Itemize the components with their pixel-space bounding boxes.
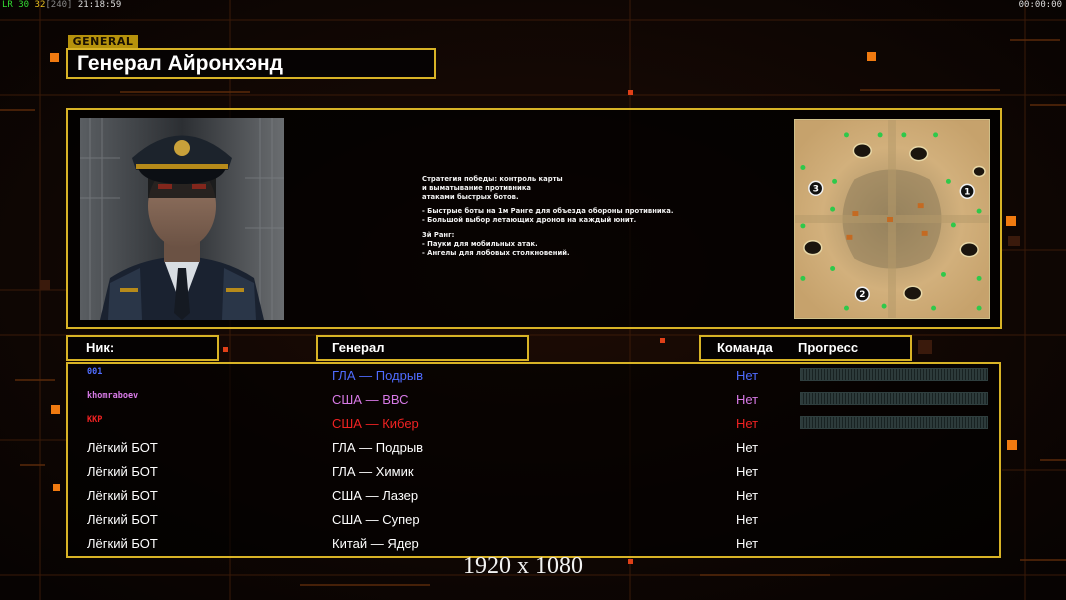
player-team: Нет [736, 464, 759, 479]
player-team: Нет [736, 512, 759, 527]
player-general: США — ВВС [332, 392, 409, 407]
strategy-description: Стратегия победы: контроль карты и вымат… [422, 175, 722, 257]
progress-bar [800, 392, 988, 405]
general-name: Генерал Айронхэнд [77, 52, 283, 75]
general-portrait [80, 118, 284, 320]
player-nick: Лёгкий БОТ [87, 512, 158, 527]
strategy-line: - Пауки для мобильных атак. [422, 239, 538, 248]
map-crater [803, 240, 823, 256]
header-team: Команда [717, 340, 773, 355]
player-row: 001 ГЛА — Подрыв Нет [68, 364, 999, 388]
player-nick: KKP [87, 415, 103, 425]
player-row: KKP США — Кибер Нет [68, 412, 999, 436]
cpu-value: 32 [34, 0, 46, 10]
player-nick: Лёгкий БОТ [87, 464, 158, 479]
player-team: Нет [736, 488, 759, 503]
map-start-label: 1 [964, 187, 970, 197]
player-nick: Лёгкий БОТ [87, 488, 158, 503]
player-nick: khomraboev [87, 391, 139, 401]
map-start-label: 3 [813, 184, 819, 194]
map-preview: 3 1 2 [794, 119, 990, 319]
player-nick: Лёгкий БОТ [87, 440, 158, 455]
header-team-progress-box: Команда Прогресс [699, 335, 912, 361]
strategy-line: - Ангелы для лобовых столкновений. [422, 248, 570, 257]
bracket-value: [240] [45, 0, 73, 10]
header-nick: Ник: [86, 340, 115, 355]
fps-label: LR [2, 0, 13, 10]
progress-bar [800, 368, 988, 381]
player-team: Нет [736, 392, 759, 407]
player-nick: 001 [87, 367, 103, 377]
player-general: США — Кибер [332, 416, 419, 431]
map-crater [852, 143, 872, 159]
map-crater [903, 285, 923, 301]
player-row: Лёгкий БОТ ГЛА — Химик Нет [68, 460, 999, 484]
player-nick: Лёгкий БОТ [87, 536, 158, 551]
game-timer: 00:00:00 [1018, 0, 1062, 10]
player-row: Лёгкий БОТ США — Супер Нет [68, 508, 999, 532]
player-row: khomraboev США — ВВС Нет [68, 388, 999, 412]
player-row: Лёгкий БОТ США — Лазер Нет [68, 484, 999, 508]
player-row: Лёгкий БОТ ГЛА — Подрыв Нет [68, 436, 999, 460]
strategy-line: - Большой выбор летающих дронов на кажды… [422, 216, 637, 225]
general-title-box: Генерал Айронхэнд [66, 48, 436, 79]
strategy-line: - Быстрые боты на 1м Ранге для объезда о… [422, 207, 674, 216]
players-table: 001 ГЛА — Подрыв Нет khomraboev США — ВВ… [66, 362, 1001, 558]
strategy-line: атаками быстрых ботов. [422, 192, 519, 201]
map-start-label: 2 [859, 290, 865, 300]
strategy-line: и выматывание противника [422, 183, 532, 192]
header-general: Генерал [332, 340, 385, 355]
strategy-line: Стратегия победы: контроль карты [422, 175, 563, 183]
general-tag: GENERAL [68, 35, 138, 48]
header-progress: Прогресс [798, 340, 859, 355]
fps-value: 30 [18, 0, 30, 10]
header-nick-box: Ник: [66, 335, 219, 361]
resolution-overlay: 1920 x 1080 [463, 553, 583, 579]
player-team: Нет [736, 536, 759, 551]
player-team: Нет [736, 368, 759, 383]
clock-text: 21:18:59 [77, 0, 122, 10]
player-general: ГЛА — Подрыв [332, 440, 424, 455]
player-team: Нет [736, 440, 759, 455]
player-general: ГЛА — Подрыв [332, 368, 424, 383]
strategy-line: 3й Ранг: [422, 230, 455, 239]
fps-counter: LR 30 32[240] 21:18:59 [2, 0, 121, 10]
player-general: США — Супер [332, 512, 420, 527]
player-general: США — Лазер [332, 488, 419, 503]
player-general: Китай — Ядер [332, 536, 419, 551]
map-crater [959, 242, 979, 258]
map-crater [972, 165, 986, 178]
player-team: Нет [736, 416, 759, 431]
player-general: ГЛА — Химик [332, 464, 414, 479]
progress-bar [800, 416, 988, 429]
map-crater [909, 146, 929, 162]
header-general-box: Генерал [316, 335, 529, 361]
